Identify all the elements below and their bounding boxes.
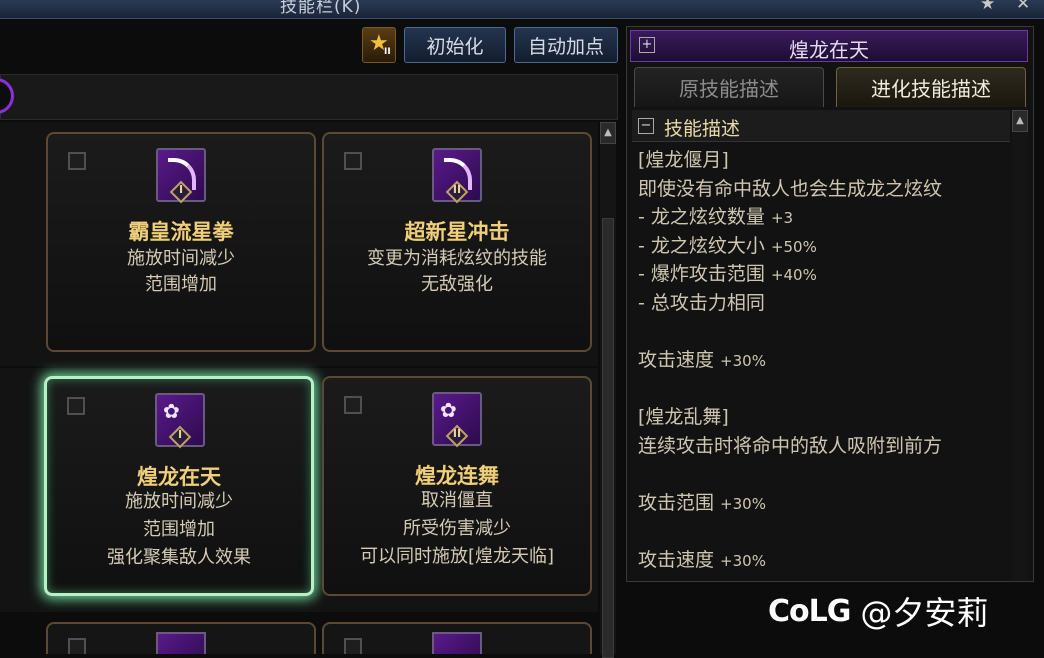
line-text: 攻击速度 xyxy=(638,349,721,372)
skill-checkbox[interactable] xyxy=(344,396,362,414)
skill-card-selected[interactable]: ✿ I 煌龙在天 施放时间减少 范围增加 强化聚集敌人效果 xyxy=(44,376,314,596)
auto-assign-button[interactable]: 自动加点 xyxy=(514,27,618,63)
skill-card[interactable]: II 超新星冲击 变更为消耗炫纹的技能 无敌强化 xyxy=(322,132,592,352)
skill-card[interactable]: ✿ II 煌龙连舞 取消僵直 所受伤害减少 可以同时施放[煌龙天临] xyxy=(322,376,592,596)
author-handle: @夕安莉 xyxy=(860,594,989,632)
description-line: 攻击速度 +30% xyxy=(638,546,1008,575)
skill-checkbox[interactable] xyxy=(344,638,362,654)
detail-title: 煌龙在天 xyxy=(789,38,869,62)
close-icon[interactable]: ✕ xyxy=(1016,0,1030,14)
window-title-bar: 技能栏(K) ★ ✕ xyxy=(0,0,1044,19)
tier-numeral: I xyxy=(178,183,184,196)
line-text: - 爆炸攻击范围 xyxy=(638,263,771,286)
description-line: [煌龙乱舞] xyxy=(638,403,1008,432)
skill-checkbox[interactable] xyxy=(68,638,86,654)
tab-original-description[interactable]: 原技能描述 xyxy=(634,67,824,107)
skill-list-scrollbar[interactable]: ▲ xyxy=(600,122,616,658)
skill-effect: 取消僵直 xyxy=(421,490,493,511)
description-line xyxy=(638,318,1008,347)
description-line: 即使没有命中敌人也会生成龙之炫纹 xyxy=(638,175,1008,204)
line-text: - 龙之炫纹大小 xyxy=(638,234,771,257)
description-line: - 爆炸攻击范围 +40% xyxy=(638,260,1008,289)
description-section-header[interactable]: − 技能描述 xyxy=(632,110,1010,142)
skill-checkbox[interactable] xyxy=(68,152,86,170)
skill-level-button[interactable]: ★ II xyxy=(362,27,396,63)
line-text: - 龙之炫纹数量 xyxy=(638,206,771,229)
skill-name: 霸皇流星拳 xyxy=(128,220,234,244)
skill-card[interactable]: I 霸皇流星拳 施放时间减少 范围增加 xyxy=(46,132,316,352)
line-value: +3 xyxy=(770,209,794,228)
line-text: 攻击范围 xyxy=(638,492,721,515)
description-line: 连续攻击时将命中的敌人吸附到前方 xyxy=(638,432,1008,461)
skill-checkbox[interactable] xyxy=(67,397,85,415)
skill-effect: 无敌强化 xyxy=(421,274,493,295)
line-value: +50% xyxy=(770,237,817,256)
line-text: [煌龙偃月] xyxy=(638,149,729,171)
description-line xyxy=(638,461,1008,490)
skill-filter-bar xyxy=(0,74,618,120)
skill-description: [煌龙偃月] 即使没有命中敌人也会生成龙之炫纹 - 龙之炫纹数量 +3- 龙之炫纹大… xyxy=(638,146,1008,575)
skill-name: 超新星冲击 xyxy=(404,220,510,244)
description-line: - 龙之炫纹数量 +3 xyxy=(638,203,1008,232)
skill-card[interactable] xyxy=(322,622,592,654)
skill-effect: 强化聚集敌人效果 xyxy=(107,547,251,568)
detail-scrollbar[interactable]: ▲ xyxy=(1012,110,1028,580)
detail-header: + 煌龙在天 xyxy=(630,30,1028,62)
description-line: - 龙之炫纹大小 +50% xyxy=(638,232,1008,261)
description-line: 攻击范围 +30% xyxy=(638,489,1008,518)
tier-numeral: II xyxy=(452,427,462,440)
section-title: 技能描述 xyxy=(664,118,741,140)
line-text: [煌龙乱舞] xyxy=(638,406,729,429)
line-text: 连续攻击时将命中的敌人吸附到前方 xyxy=(638,434,943,457)
description-line: 攻击速度 +30% xyxy=(638,346,1008,375)
description-line xyxy=(638,375,1008,404)
skill-icon: I xyxy=(156,148,206,204)
window-title: 技能栏(K) xyxy=(280,0,362,17)
line-text: 攻击速度 xyxy=(638,549,721,572)
scroll-up-arrow-icon[interactable]: ▲ xyxy=(600,122,616,144)
skill-card[interactable] xyxy=(46,622,316,654)
skill-effect: 可以同时施放[煌龙天临] xyxy=(359,546,555,567)
skill-checkbox[interactable] xyxy=(344,152,362,170)
line-value: +30% xyxy=(720,495,766,514)
watermark: CoLG @夕安莉 xyxy=(768,588,988,634)
skill-effect: 施放时间减少 xyxy=(127,248,235,269)
skill-icon: ✿ I xyxy=(155,393,205,449)
skill-icon: II xyxy=(432,148,482,204)
skill-effect: 范围增加 xyxy=(145,274,217,295)
line-value: +40% xyxy=(770,266,817,285)
skill-effect: 施放时间减少 xyxy=(125,491,233,512)
description-line: [煌龙偃月] xyxy=(638,146,1008,175)
line-text: 即使没有命中敌人也会生成龙之炫纹 xyxy=(638,177,943,200)
scroll-thumb[interactable] xyxy=(602,218,614,658)
scroll-up-arrow-icon[interactable]: ▲ xyxy=(1012,110,1028,132)
skill-effect: 变更为消耗炫纹的技能 xyxy=(367,248,547,269)
pin-icon[interactable]: ★ xyxy=(980,0,995,14)
line-value: +30% xyxy=(720,552,766,571)
skill-icon xyxy=(432,632,482,654)
colg-logo: CoLG xyxy=(768,593,851,629)
level-roman: II xyxy=(384,47,391,57)
tier-numeral: II xyxy=(452,183,462,196)
line-text: - 总攻击力相同 xyxy=(638,291,765,314)
collapse-icon[interactable]: − xyxy=(638,118,654,134)
tab-evolved-description[interactable]: 进化技能描述 xyxy=(836,67,1026,107)
skill-effect: 所受伤害减少 xyxy=(403,518,511,539)
line-value: +30% xyxy=(720,352,766,371)
skill-effect: 范围增加 xyxy=(143,519,215,540)
reset-skills-button[interactable]: 初始化 xyxy=(404,27,506,63)
description-line: - 总攻击力相同 xyxy=(638,289,1008,318)
skill-icon xyxy=(156,632,206,654)
skill-icon: ✿ II xyxy=(432,392,482,448)
description-line xyxy=(638,518,1008,547)
tier-numeral: I xyxy=(177,428,183,441)
